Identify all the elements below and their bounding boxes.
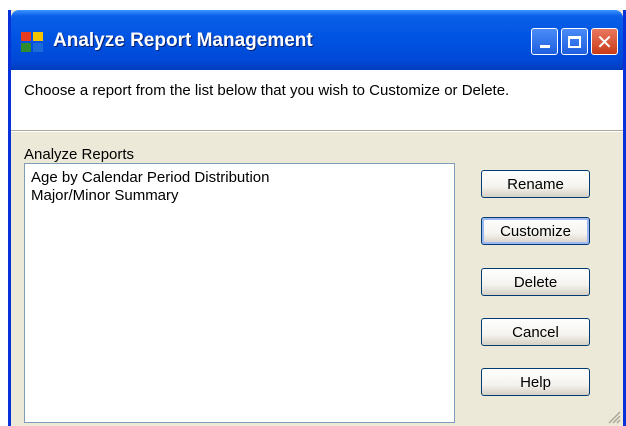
- list-item[interactable]: Age by Calendar Period Distribution: [31, 169, 269, 187]
- resize-grip-icon[interactable]: [607, 410, 621, 424]
- help-button[interactable]: Help: [481, 368, 590, 396]
- maximize-icon: [568, 35, 581, 48]
- minimize-icon: [539, 45, 550, 48]
- maximize-button[interactable]: [561, 28, 588, 55]
- delete-button[interactable]: Delete: [481, 268, 590, 296]
- customize-button[interactable]: Customize: [481, 217, 590, 245]
- dialog-window: Analyze Report Management ✕ Choose a rep…: [8, 10, 626, 426]
- cancel-button[interactable]: Cancel: [481, 318, 590, 346]
- close-icon: ✕: [596, 29, 613, 54]
- list-item[interactable]: Major/Minor Summary: [31, 187, 179, 205]
- minimize-button[interactable]: [531, 28, 558, 55]
- title-bar[interactable]: Analyze Report Management ✕: [11, 10, 623, 70]
- window-title: Analyze Report Management: [53, 30, 313, 51]
- instructions-panel: Choose a report from the list below that…: [11, 70, 623, 130]
- close-button[interactable]: ✕: [591, 28, 618, 55]
- header-separator: [11, 130, 623, 132]
- reports-listbox[interactable]: Age by Calendar Period Distribution Majo…: [24, 163, 455, 423]
- app-icon[interactable]: [21, 32, 43, 52]
- instructions-text: Choose a report from the list below that…: [24, 82, 510, 99]
- reports-list-label: Analyze Reports: [24, 146, 135, 163]
- rename-button[interactable]: Rename: [481, 170, 590, 198]
